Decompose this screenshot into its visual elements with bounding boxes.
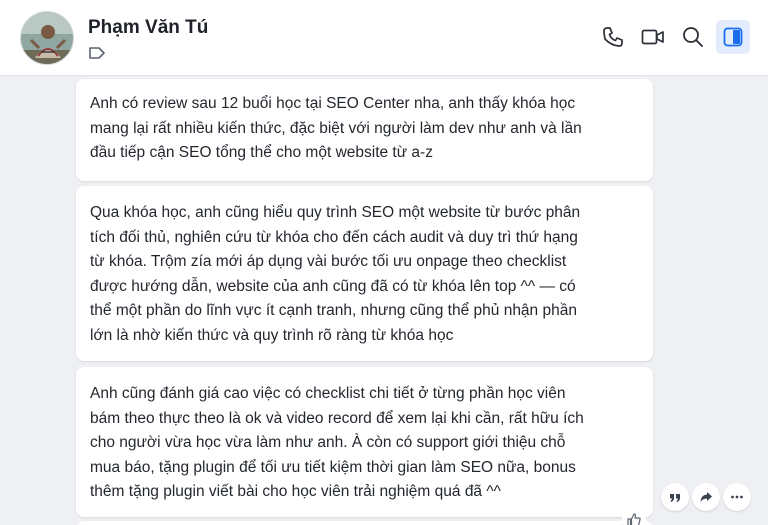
video-call-icon[interactable] <box>640 24 666 50</box>
message-bubble[interactable]: Anh có review sau 12 buổi học tại SEO Ce… <box>76 79 653 181</box>
message-bubble[interactable]: Anh cũng đánh giá cao việc có checklist … <box>76 367 653 517</box>
message-line: thể một phần do lĩnh vực ít cạnh tranh, … <box>90 302 577 320</box>
tag-icon[interactable] <box>88 46 106 60</box>
like-icon[interactable] <box>622 509 646 525</box>
message-line: cho người vừa học vừa làm như anh. À còn… <box>90 434 566 452</box>
more-icon[interactable] <box>723 483 751 511</box>
message-line: Anh cũng đánh giá cao việc có checklist … <box>90 385 566 402</box>
search-icon[interactable] <box>680 24 706 50</box>
message-line: thêm tặng plugin viết bài cho học viên t… <box>90 483 501 501</box>
contact-name: Phạm Văn Tú <box>88 17 209 38</box>
forward-icon[interactable] <box>692 483 720 511</box>
message-list: Anh có review sau 12 buổi học tại SEO Ce… <box>0 77 768 525</box>
avatar[interactable] <box>20 11 74 65</box>
message-line: từ khóa. Trộm zía mới áp dụng vài bước t… <box>90 253 567 271</box>
sidebar-toggle-icon[interactable] <box>716 20 750 54</box>
phone-icon[interactable] <box>600 24 626 50</box>
message-line: mang lại rất nhiều kiến thức, đặc biệt v… <box>90 119 582 137</box>
message-line: tích đối thủ, nghiên cứu từ khóa cho đến… <box>90 228 578 246</box>
message-line: Anh có review sau 12 buổi học tại SEO Ce… <box>90 95 576 112</box>
message-line: đầu tiếp cận SEO tổng thể cho một websit… <box>90 144 433 162</box>
message-line: lớn là nhờ kiến thức và quy trình rõ ràn… <box>90 326 454 344</box>
quote-icon[interactable] <box>661 483 689 511</box>
chat-header: Phạm Văn Tú <box>0 0 768 76</box>
message-line: mua báo, tặng plugin để tối ưu tiết kiệm… <box>90 458 576 476</box>
message-line: bám theo thực theo là ok và video record… <box>90 409 584 427</box>
message-line: Qua khóa học, anh cũng hiểu quy trình SE… <box>90 204 581 221</box>
message-bubble-partial[interactable] <box>76 521 653 525</box>
message-bubble[interactable]: Qua khóa học, anh cũng hiểu quy trình SE… <box>76 186 653 361</box>
message-line: được hướng dẫn, website của anh cũng đã … <box>90 277 576 295</box>
